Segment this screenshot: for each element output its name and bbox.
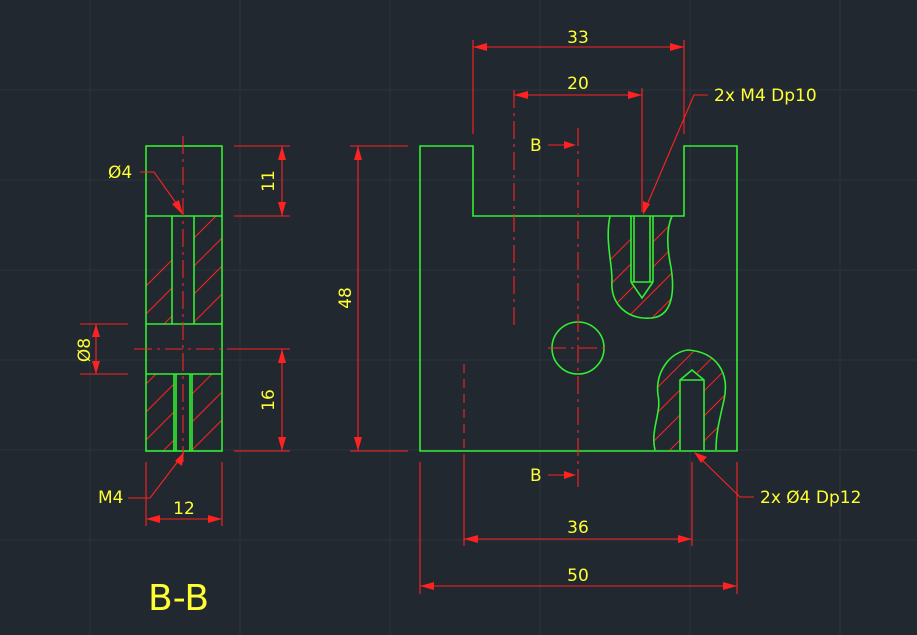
- section-marker-top[interactable]: B: [530, 136, 576, 156]
- note-threads-leader[interactable]: 2x M4 Dp10: [643, 86, 817, 215]
- leader-thread-bottom[interactable]: M4: [98, 452, 184, 508]
- note-holes-leader[interactable]: 2x Ø4 Dp12: [694, 452, 861, 508]
- dim-bottom-height[interactable]: 16: [234, 348, 290, 452]
- section-marker-bottom-label: B: [530, 466, 542, 486]
- dim-bottom-height-label: 16: [259, 389, 279, 411]
- dim-section-width-label: 12: [173, 499, 195, 519]
- cad-drawing-canvas[interactable]: 11 16 12 Ø8 Ø4 M4 B-B 33 20 48 36 50 2x …: [0, 0, 917, 635]
- dim-holes-spacing-label: 36: [567, 518, 589, 538]
- section-view-b-b[interactable]: 11 16 12 Ø8 Ø4 M4 B-B: [75, 136, 290, 619]
- section-marker-top-label: B: [530, 136, 542, 156]
- leader-hole-top-label: Ø4: [108, 163, 132, 183]
- section-marker-bottom[interactable]: B: [530, 466, 576, 486]
- dim-cross-hole[interactable]: Ø8: [75, 323, 128, 375]
- note-holes-label: 2x Ø4 Dp12: [760, 488, 861, 508]
- section-title: B-B: [148, 578, 209, 619]
- dim-main-height-label: 48: [336, 287, 356, 309]
- dim-top-slot-label: 33: [567, 28, 589, 48]
- dim-top-height[interactable]: 11: [234, 145, 290, 217]
- note-threads-label: 2x M4 Dp10: [714, 86, 817, 106]
- dim-inner-slot-label: 20: [567, 74, 589, 94]
- dim-overall-width-label: 50: [567, 566, 589, 586]
- section-hatching: [146, 216, 222, 451]
- dim-main-height[interactable]: 48: [336, 145, 408, 452]
- dim-top-height-label: 11: [259, 170, 279, 192]
- leader-thread-bottom-label: M4: [98, 488, 123, 508]
- dim-cross-hole-label: Ø8: [75, 338, 95, 362]
- main-view[interactable]: 33 20 48 36 50 2x M4 Dp10 2x Ø4 Dp12 B B: [336, 28, 861, 594]
- dim-section-width[interactable]: 12: [145, 462, 223, 526]
- breakout-hatch-threads: [607, 215, 674, 319]
